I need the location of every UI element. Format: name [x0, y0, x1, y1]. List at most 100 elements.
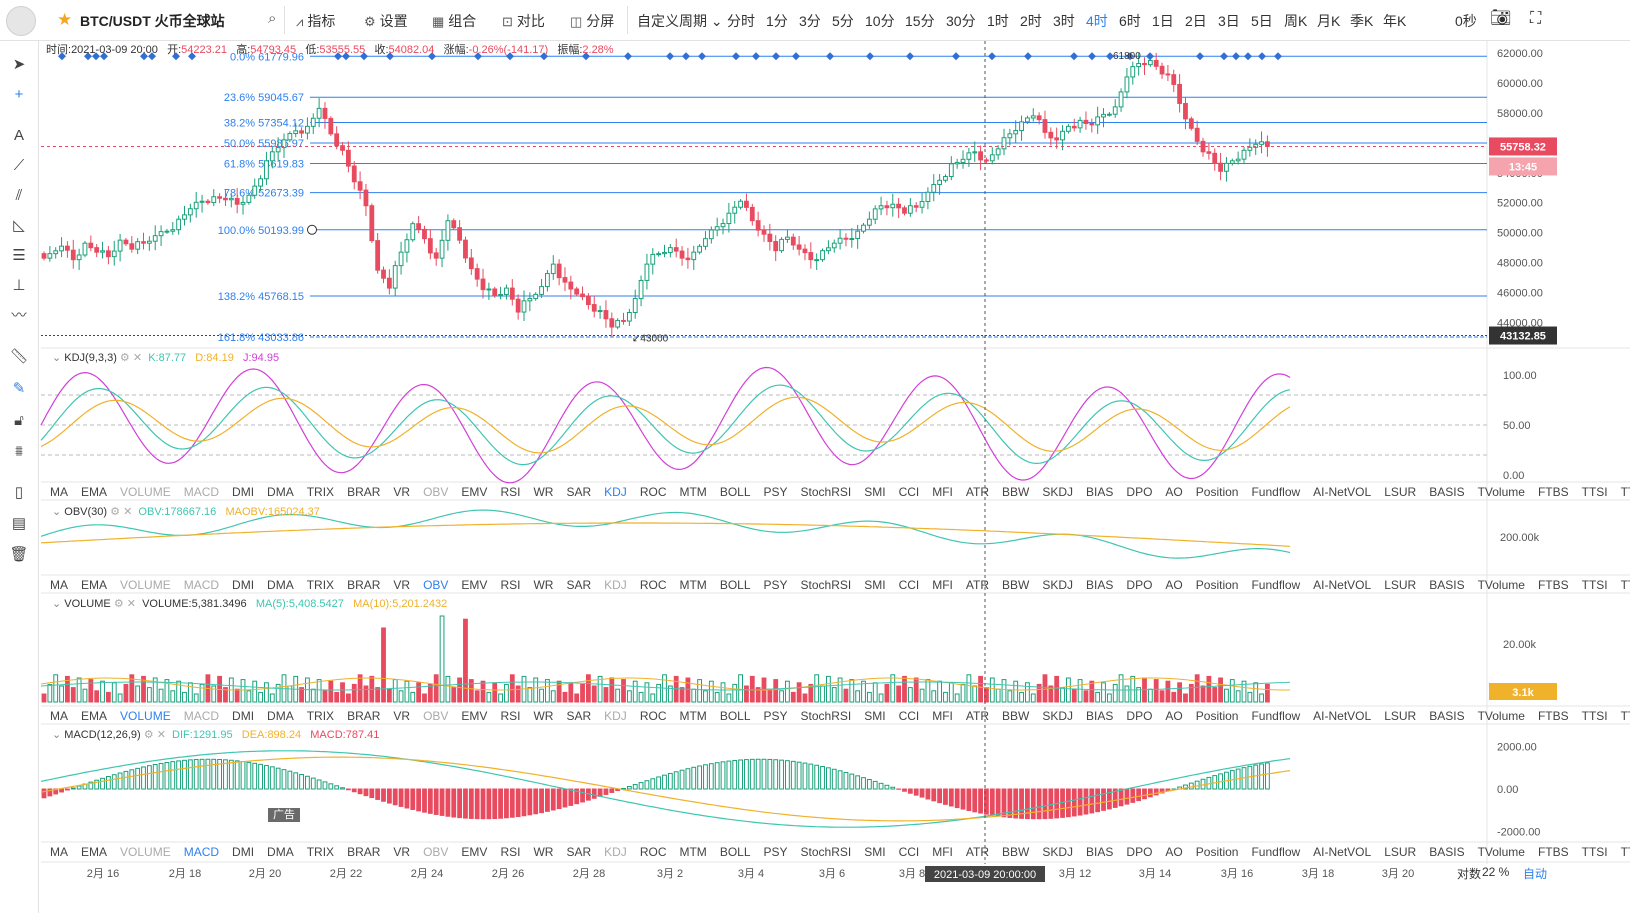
indicator-option-ai-netvol[interactable]: AI-NetVOL: [1313, 578, 1371, 592]
indicator-option-ema[interactable]: EMA: [81, 578, 107, 592]
indicator-option-wr[interactable]: WR: [533, 845, 553, 859]
indicator-option-roc[interactable]: ROC: [640, 845, 667, 859]
indicator-option-roc[interactable]: ROC: [640, 709, 667, 723]
indicator-option-obv[interactable]: OBV: [423, 578, 448, 592]
indicator-option-roc[interactable]: ROC: [640, 578, 667, 592]
indicator-option-emv[interactable]: EMV: [461, 578, 487, 592]
indicator-option-tvolume[interactable]: TVolume: [1478, 485, 1525, 499]
indicator-option-brar[interactable]: BRAR: [347, 845, 380, 859]
indicator-option-fundflow[interactable]: Fundflow: [1251, 578, 1300, 592]
indicator-option-atr[interactable]: ATR: [966, 845, 989, 859]
indicator-option-vr[interactable]: VR: [393, 578, 410, 592]
indicator-option-trix[interactable]: TRIX: [307, 709, 334, 723]
indicator-option-ema[interactable]: EMA: [81, 709, 107, 723]
indicator-option-kdj[interactable]: KDJ: [604, 485, 627, 499]
auto-scale-toggle[interactable]: 自动: [1523, 865, 1547, 882]
indicator-option-wr[interactable]: WR: [533, 485, 553, 499]
indicator-option-tvolume[interactable]: TVolume: [1478, 709, 1525, 723]
indicator-option-bbw[interactable]: BBW: [1002, 578, 1029, 592]
indicator-option-ttsi[interactable]: TTSI: [1582, 845, 1608, 859]
indicator-option-trix[interactable]: TRIX: [307, 845, 334, 859]
indicator-option-obv[interactable]: OBV: [423, 709, 448, 723]
indicator-option-ftbs[interactable]: FTBS: [1538, 709, 1569, 723]
indicator-option-basis[interactable]: BASIS: [1429, 709, 1464, 723]
indicator-option-ftbs[interactable]: FTBS: [1538, 578, 1569, 592]
indicator-option-tvolume[interactable]: TVolume: [1478, 845, 1525, 859]
indicator-option-ma[interactable]: MA: [50, 578, 68, 592]
indicator-option-cci[interactable]: CCI: [899, 845, 920, 859]
indicator-option-smi[interactable]: SMI: [864, 485, 885, 499]
indicator-option-mtm[interactable]: MTM: [679, 709, 706, 723]
indicator-option-basis[interactable]: BASIS: [1429, 578, 1464, 592]
collapse-chevron-icon[interactable]: ⌄: [52, 598, 61, 610]
indicator-option-smi[interactable]: SMI: [864, 845, 885, 859]
indicator-option-dpo[interactable]: DPO: [1126, 709, 1152, 723]
indicator-option-boll[interactable]: BOLL: [720, 578, 751, 592]
indicator-option-ttsi[interactable]: TTSI: [1582, 578, 1608, 592]
settings-icon[interactable]: ⚙: [144, 729, 154, 741]
indicator-option-emv[interactable]: EMV: [461, 485, 487, 499]
indicator-option-ao[interactable]: AO: [1165, 578, 1182, 592]
indicator-option-position[interactable]: Position: [1196, 578, 1239, 592]
indicator-option-sar[interactable]: SAR: [566, 709, 591, 723]
indicator-option-volume[interactable]: VOLUME: [120, 709, 171, 723]
indicator-option-ma[interactable]: MA: [50, 709, 68, 723]
indicator-option-skdj[interactable]: SKDJ: [1042, 578, 1073, 592]
indicator-option-dmi[interactable]: DMI: [232, 578, 254, 592]
indicator-option-bias[interactable]: BIAS: [1086, 578, 1113, 592]
indicator-option-trix[interactable]: TRIX: [307, 578, 334, 592]
indicator-option-position[interactable]: Position: [1196, 485, 1239, 499]
indicator-option-psy[interactable]: PSY: [764, 485, 788, 499]
indicator-option-cci[interactable]: CCI: [899, 578, 920, 592]
indicator-option-bbw[interactable]: BBW: [1002, 709, 1029, 723]
settings-icon[interactable]: ⚙: [120, 352, 130, 364]
indicator-option-macd[interactable]: MACD: [184, 578, 219, 592]
close-icon[interactable]: ✕: [157, 729, 166, 741]
close-icon[interactable]: ✕: [123, 506, 132, 518]
collapse-chevron-icon[interactable]: ⌄: [52, 352, 61, 364]
indicator-option-sar[interactable]: SAR: [566, 578, 591, 592]
indicator-option-dma[interactable]: DMA: [267, 845, 294, 859]
indicator-option-smi[interactable]: SMI: [864, 709, 885, 723]
indicator-option-ema[interactable]: EMA: [81, 845, 107, 859]
indicator-option-rsi[interactable]: RSI: [500, 578, 520, 592]
indicator-option-volume[interactable]: VOLUME: [120, 485, 171, 499]
indicator-option-rsi[interactable]: RSI: [500, 845, 520, 859]
indicator-option-mtm[interactable]: MTM: [679, 845, 706, 859]
indicator-option-ttmu[interactable]: TTMU: [1621, 485, 1630, 499]
indicator-option-psy[interactable]: PSY: [764, 578, 788, 592]
indicator-option-atr[interactable]: ATR: [966, 485, 989, 499]
indicator-option-ma[interactable]: MA: [50, 845, 68, 859]
indicator-option-brar[interactable]: BRAR: [347, 578, 380, 592]
indicator-option-roc[interactable]: ROC: [640, 485, 667, 499]
indicator-option-mfi[interactable]: MFI: [932, 845, 953, 859]
indicator-option-dmi[interactable]: DMI: [232, 485, 254, 499]
chart-canvas[interactable]: 44000.0046000.0048000.0050000.0052000.00…: [0, 0, 1630, 913]
indicator-option-stochrsi[interactable]: StochRSI: [801, 709, 852, 723]
indicator-option-mfi[interactable]: MFI: [932, 485, 953, 499]
indicator-option-sar[interactable]: SAR: [566, 485, 591, 499]
close-icon[interactable]: ✕: [133, 352, 142, 364]
indicator-option-dma[interactable]: DMA: [267, 485, 294, 499]
percent-scale-toggle[interactable]: 22 %: [1482, 865, 1509, 879]
indicator-option-bbw[interactable]: BBW: [1002, 845, 1029, 859]
indicator-option-volume[interactable]: VOLUME: [120, 845, 171, 859]
indicator-option-skdj[interactable]: SKDJ: [1042, 485, 1073, 499]
indicator-option-vr[interactable]: VR: [393, 485, 410, 499]
indicator-option-ao[interactable]: AO: [1165, 485, 1182, 499]
indicator-option-bias[interactable]: BIAS: [1086, 845, 1113, 859]
indicator-option-ttmu[interactable]: TTMU: [1621, 845, 1630, 859]
indicator-option-macd[interactable]: MACD: [184, 485, 219, 499]
indicator-option-boll[interactable]: BOLL: [720, 485, 751, 499]
indicator-option-stochrsi[interactable]: StochRSI: [801, 485, 852, 499]
indicator-option-lsur[interactable]: LSUR: [1384, 845, 1416, 859]
indicator-option-lsur[interactable]: LSUR: [1384, 485, 1416, 499]
indicator-option-ttmu[interactable]: TTMU: [1621, 578, 1630, 592]
indicator-option-rsi[interactable]: RSI: [500, 709, 520, 723]
ad-badge[interactable]: 广告: [268, 808, 300, 822]
indicator-option-trix[interactable]: TRIX: [307, 485, 334, 499]
indicator-option-cci[interactable]: CCI: [899, 485, 920, 499]
indicator-option-rsi[interactable]: RSI: [500, 485, 520, 499]
indicator-option-dma[interactable]: DMA: [267, 709, 294, 723]
indicator-option-ema[interactable]: EMA: [81, 485, 107, 499]
